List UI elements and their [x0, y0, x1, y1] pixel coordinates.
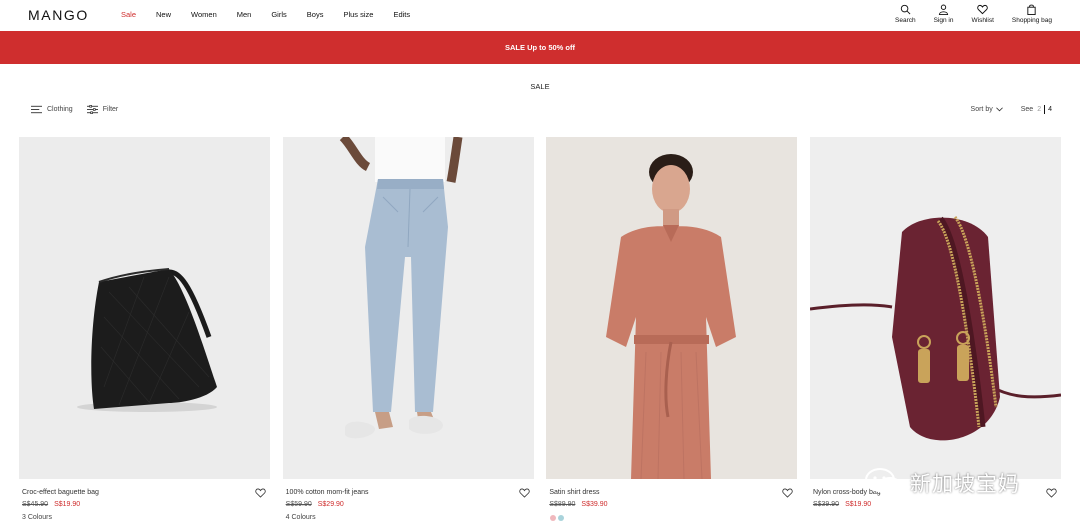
watermark: 新加坡宝妈: [864, 466, 1020, 500]
user-icon: [938, 4, 949, 15]
toolbar-left: Clothing Filter: [31, 105, 132, 114]
search-button[interactable]: Search: [895, 4, 916, 24]
original-price: S$39.90: [812, 501, 840, 508]
colour-swatches: [550, 515, 566, 521]
view-divider: [1044, 105, 1046, 114]
sign-in-button[interactable]: Sign in: [933, 4, 954, 24]
filter-icon: [86, 105, 98, 114]
wishlist-label: Wishlist: [971, 17, 994, 24]
heart-icon: [977, 4, 988, 15]
sale-price: S$19.90: [845, 501, 872, 508]
product-prices: S$45.90 S$19.90: [22, 501, 80, 508]
original-price: S$45.90: [22, 501, 49, 508]
filter-button[interactable]: Filter: [86, 105, 119, 114]
chevron-down-icon: [995, 107, 1003, 112]
product-name[interactable]: 100% cotton mom-fit jeans: [286, 489, 369, 496]
product-prices: S$39.90 S$19.90: [813, 501, 871, 508]
watermark-text: 新加坡宝妈: [910, 472, 1020, 496]
site-header: MANGO Sale New Women Men Girls Boys Plus…: [0, 0, 1080, 31]
filter-label: Filter: [102, 106, 119, 113]
view-option-4[interactable]: 4: [1048, 106, 1052, 113]
search-icon: [900, 4, 911, 15]
sort-by-dropdown[interactable]: Sort by: [971, 106, 1003, 113]
wishlist-heart-icon[interactable]: [255, 488, 266, 498]
shopping-bag-button[interactable]: Shopping bag: [1012, 4, 1052, 24]
see-label: See: [1020, 106, 1034, 113]
product-image[interactable]: [19, 137, 270, 479]
menu-icon: [31, 105, 42, 114]
sale-price: S$39.90: [581, 501, 608, 508]
main-nav: Sale New Women Men Girls Boys Plus size …: [121, 10, 430, 19]
sale-price: S$29.90: [317, 501, 344, 508]
original-price: S$59.90: [285, 501, 312, 508]
colour-count: 3 Colours: [22, 514, 52, 521]
nav-item-new[interactable]: New: [156, 10, 171, 19]
product-prices: S$59.90 S$29.90: [286, 501, 344, 508]
bag-icon: [1027, 4, 1037, 15]
colour-count: 4 Colours: [285, 514, 316, 521]
product-info: Croc-effect baguette bag S$45.90 S$19.90…: [19, 479, 270, 529]
product-card[interactable]: Croc-effect baguette bag S$45.90 S$19.90…: [19, 137, 270, 529]
sale-promo-banner[interactable]: SALE Up to 50% off: [0, 31, 1080, 64]
sign-in-label: Sign in: [933, 17, 954, 24]
original-price: S$89.90: [549, 501, 576, 508]
header-utilities: Search Sign in Wishlist Shopping bag: [877, 4, 1052, 24]
nav-item-sale[interactable]: Sale: [121, 10, 136, 19]
clothing-label: Clothing: [47, 106, 73, 113]
shopping-bag-label: Shopping bag: [1011, 17, 1052, 24]
product-image[interactable]: [282, 137, 534, 479]
nylon-bag-illustration: [809, 216, 1061, 441]
nav-item-girls[interactable]: Girls: [271, 10, 286, 19]
product-prices: S$89.90 S$39.90: [549, 501, 607, 508]
product-info: Satin shirt dress S$89.90 S$39.90: [546, 479, 797, 529]
promo-text: SALE Up to 50% off: [504, 43, 575, 52]
nav-item-men[interactable]: Men: [237, 10, 252, 19]
sale-price: S$19.90: [54, 501, 81, 508]
croc-bag-illustration: [77, 268, 217, 412]
wishlist-heart-icon[interactable]: [519, 488, 530, 498]
nav-item-women[interactable]: Women: [191, 10, 217, 19]
product-image[interactable]: [546, 137, 798, 479]
swatch-blue[interactable]: [558, 515, 565, 521]
product-image[interactable]: [809, 137, 1061, 479]
brand-logo[interactable]: MANGO: [28, 7, 89, 23]
clothing-menu-button[interactable]: Clothing: [31, 105, 73, 114]
nav-item-edits[interactable]: Edits: [393, 10, 410, 19]
toolbar-right: Sort by See 2 4: [971, 105, 1052, 114]
view-option-2[interactable]: 2: [1037, 106, 1041, 113]
wechat-icon: [865, 468, 902, 497]
nav-item-boys[interactable]: Boys: [307, 10, 324, 19]
product-info: 100% cotton mom-fit jeans S$59.90 S$29.9…: [283, 479, 534, 529]
page-title: SALE: [530, 82, 550, 91]
product-card[interactable]: Satin shirt dress S$89.90 S$39.90: [546, 137, 798, 529]
product-name[interactable]: Croc-effect baguette bag: [22, 489, 99, 496]
search-label: Search: [895, 17, 916, 24]
sort-label: Sort by: [970, 106, 993, 113]
nav-item-plus-size[interactable]: Plus size: [343, 10, 373, 19]
wishlist-heart-icon[interactable]: [782, 488, 793, 498]
swatch-pink[interactable]: [550, 515, 557, 521]
product-card[interactable]: 100% cotton mom-fit jeans S$59.90 S$29.9…: [282, 137, 534, 529]
wishlist-heart-icon[interactable]: [1046, 488, 1057, 498]
wishlist-button[interactable]: Wishlist: [971, 4, 994, 24]
dress-model-illustration: [606, 154, 737, 479]
grid-view-selector: See 2 4: [1021, 105, 1052, 114]
jeans-model-illustration: [339, 137, 463, 439]
product-name[interactable]: Satin shirt dress: [549, 489, 599, 496]
